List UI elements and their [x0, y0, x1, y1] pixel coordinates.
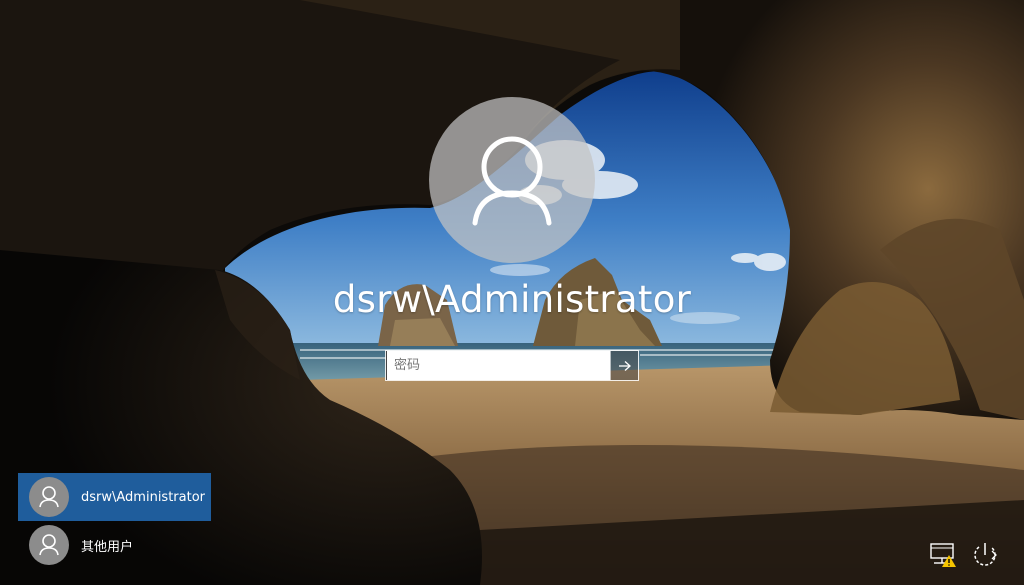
user-list-label: dsrw\Administrator [81, 489, 206, 505]
user-list-label: 其他用户 [81, 539, 134, 555]
password-input[interactable] [386, 351, 610, 380]
lock-screen: dsrw\Administrator dsrw\Administrator 其他… [0, 0, 1024, 585]
arrow-right-icon [618, 360, 631, 371]
user-silhouette-icon [472, 136, 552, 226]
username-title: dsrw\Administrator [332, 278, 692, 321]
user-avatar [429, 97, 595, 263]
password-field-group [385, 350, 639, 381]
power-icon[interactable] [970, 541, 1000, 569]
user-icon [29, 525, 69, 565]
user-list-item-administrator[interactable]: dsrw\Administrator [18, 473, 211, 521]
network-warning-icon[interactable] [928, 541, 958, 569]
user-list-item-other-user[interactable]: 其他用户 [18, 521, 211, 569]
submit-button[interactable] [610, 351, 638, 380]
user-icon [29, 477, 69, 517]
